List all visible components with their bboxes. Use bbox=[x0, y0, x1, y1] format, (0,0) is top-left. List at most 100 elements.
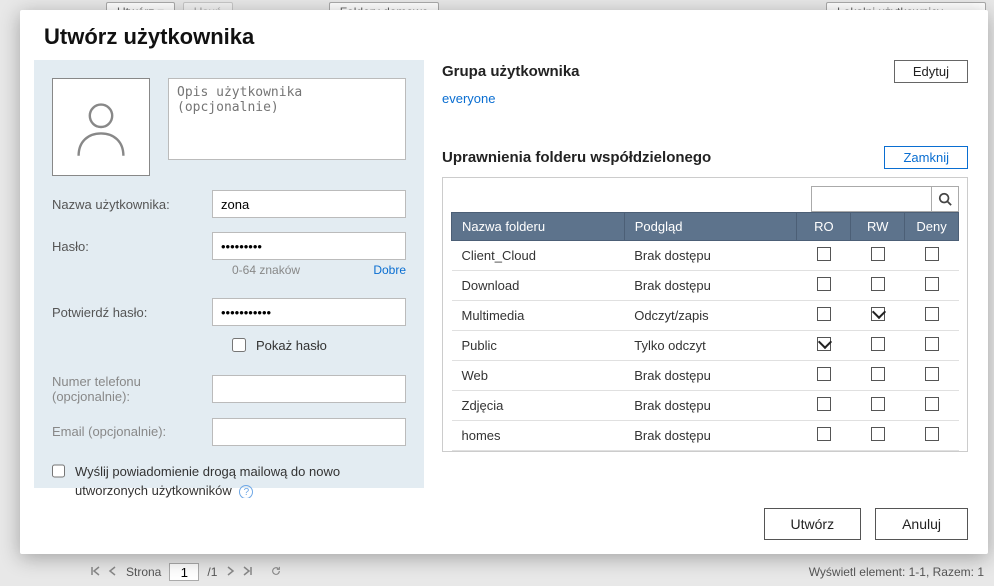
rw-checkbox[interactable] bbox=[871, 397, 885, 411]
deny-cell bbox=[905, 391, 959, 421]
table-row: MultimediaOdczyt/zapis bbox=[452, 301, 959, 331]
rw-checkbox[interactable] bbox=[871, 307, 885, 321]
rw-cell bbox=[851, 241, 905, 271]
create-user-dialog: Utwórz użytkownika Nazwa użytkownika: Ha… bbox=[20, 10, 988, 554]
col-ro[interactable]: RO bbox=[797, 213, 851, 241]
deny-checkbox[interactable] bbox=[925, 397, 939, 411]
show-password-label: Pokaż hasło bbox=[256, 336, 327, 356]
preview-cell: Tylko odczyt bbox=[624, 331, 797, 361]
deny-cell bbox=[905, 301, 959, 331]
preview-cell: Odczyt/zapis bbox=[624, 301, 797, 331]
rw-cell bbox=[851, 391, 905, 421]
deny-checkbox[interactable] bbox=[925, 337, 939, 351]
deny-cell bbox=[905, 271, 959, 301]
ro-checkbox[interactable] bbox=[817, 337, 831, 351]
close-perm-button[interactable]: Zamknij bbox=[884, 146, 968, 169]
ro-cell bbox=[797, 271, 851, 301]
col-folder-name[interactable]: Nazwa folderu bbox=[452, 213, 625, 241]
pager-next-icon[interactable] bbox=[225, 565, 235, 579]
description-input[interactable] bbox=[168, 78, 406, 160]
confirm-password-label: Potwierdź hasło: bbox=[52, 305, 202, 320]
create-button[interactable]: Utwórz bbox=[764, 508, 862, 540]
search-icon bbox=[938, 192, 952, 206]
phone-label: Numer telefonu (opcjonalnie): bbox=[52, 374, 202, 404]
rw-checkbox[interactable] bbox=[871, 337, 885, 351]
ro-checkbox[interactable] bbox=[817, 427, 831, 441]
table-row: WebBrak dostępu bbox=[452, 361, 959, 391]
deny-checkbox[interactable] bbox=[925, 367, 939, 381]
confirm-password-input[interactable] bbox=[212, 298, 406, 326]
email-input[interactable] bbox=[212, 418, 406, 446]
perm-search-button[interactable] bbox=[931, 186, 959, 212]
group-everyone-link[interactable]: everyone bbox=[442, 91, 968, 106]
ro-cell bbox=[797, 391, 851, 421]
shared-folder-perm-title: Uprawnienia folderu współdzielonego bbox=[442, 149, 711, 166]
deny-checkbox[interactable] bbox=[925, 247, 939, 261]
bg-pager: Strona /1 bbox=[90, 563, 281, 581]
pager-refresh-icon[interactable] bbox=[271, 565, 281, 579]
pager-last-icon[interactable] bbox=[243, 565, 253, 579]
deny-checkbox[interactable] bbox=[925, 277, 939, 291]
permissions-table: Nazwa folderu Podgląd RO RW Deny Client_… bbox=[451, 212, 959, 451]
folder-name-cell: Web bbox=[452, 361, 625, 391]
preview-cell: Brak dostępu bbox=[624, 241, 797, 271]
rw-checkbox[interactable] bbox=[871, 277, 885, 291]
deny-cell bbox=[905, 361, 959, 391]
rw-cell bbox=[851, 271, 905, 301]
deny-checkbox[interactable] bbox=[925, 427, 939, 441]
rw-cell bbox=[851, 331, 905, 361]
bg-status-text: Wyświetl element: 1-1, Razem: 1 bbox=[809, 565, 984, 579]
table-row: Client_CloudBrak dostępu bbox=[452, 241, 959, 271]
col-deny[interactable]: Deny bbox=[905, 213, 959, 241]
table-row: ZdjęciaBrak dostępu bbox=[452, 391, 959, 421]
ro-checkbox[interactable] bbox=[817, 247, 831, 261]
table-row: PublicTylko odczyt bbox=[452, 331, 959, 361]
ro-checkbox[interactable] bbox=[817, 397, 831, 411]
edit-group-button[interactable]: Edytuj bbox=[894, 60, 968, 83]
notify-label: Wyślij powiadomienie drogą mailową do no… bbox=[75, 462, 406, 499]
ro-checkbox[interactable] bbox=[817, 277, 831, 291]
ro-cell bbox=[797, 331, 851, 361]
col-preview[interactable]: Podgląd bbox=[624, 213, 797, 241]
rw-checkbox[interactable] bbox=[871, 367, 885, 381]
table-row: DownloadBrak dostępu bbox=[452, 271, 959, 301]
preview-cell: Brak dostępu bbox=[624, 391, 797, 421]
username-input[interactable] bbox=[212, 190, 406, 218]
avatar-placeholder[interactable] bbox=[52, 78, 150, 176]
col-rw[interactable]: RW bbox=[851, 213, 905, 241]
pager-first-icon[interactable] bbox=[90, 565, 100, 579]
ro-checkbox[interactable] bbox=[817, 367, 831, 381]
pager-page-input[interactable] bbox=[169, 563, 199, 581]
password-range-hint: 0-64 znaków bbox=[232, 263, 300, 277]
cancel-button[interactable]: Anuluj bbox=[875, 508, 968, 540]
pager-prev-icon[interactable] bbox=[108, 565, 118, 579]
show-password-checkbox[interactable] bbox=[232, 338, 246, 352]
username-label: Nazwa użytkownika: bbox=[52, 197, 202, 212]
deny-checkbox[interactable] bbox=[925, 307, 939, 321]
dialog-title: Utwórz użytkownika bbox=[44, 24, 964, 50]
rw-cell bbox=[851, 421, 905, 451]
permissions-panel: Nazwa folderu Podgląd RO RW Deny Client_… bbox=[442, 177, 968, 452]
password-label: Hasło: bbox=[52, 239, 202, 254]
preview-cell: Brak dostępu bbox=[624, 421, 797, 451]
bg-footer: Strona /1 Wyświetl element: 1-1, Razem: … bbox=[0, 558, 994, 586]
email-label: Email (opcjonalnie): bbox=[52, 424, 202, 439]
rw-cell bbox=[851, 361, 905, 391]
notify-checkbox[interactable] bbox=[52, 464, 65, 478]
info-icon[interactable]: ? bbox=[239, 485, 253, 498]
password-input[interactable] bbox=[212, 232, 406, 260]
perm-search-input[interactable] bbox=[811, 186, 931, 212]
deny-cell bbox=[905, 331, 959, 361]
deny-cell bbox=[905, 421, 959, 451]
rw-checkbox[interactable] bbox=[871, 427, 885, 441]
right-panel: Grupa użytkownika Edytuj everyone Uprawn… bbox=[442, 60, 968, 488]
folder-name-cell: Multimedia bbox=[452, 301, 625, 331]
phone-input[interactable] bbox=[212, 375, 406, 403]
pager-total: /1 bbox=[207, 565, 217, 579]
rw-checkbox[interactable] bbox=[871, 247, 885, 261]
preview-cell: Brak dostępu bbox=[624, 271, 797, 301]
folder-name-cell: homes bbox=[452, 421, 625, 451]
folder-name-cell: Client_Cloud bbox=[452, 241, 625, 271]
ro-checkbox[interactable] bbox=[817, 307, 831, 321]
folder-name-cell: Public bbox=[452, 331, 625, 361]
